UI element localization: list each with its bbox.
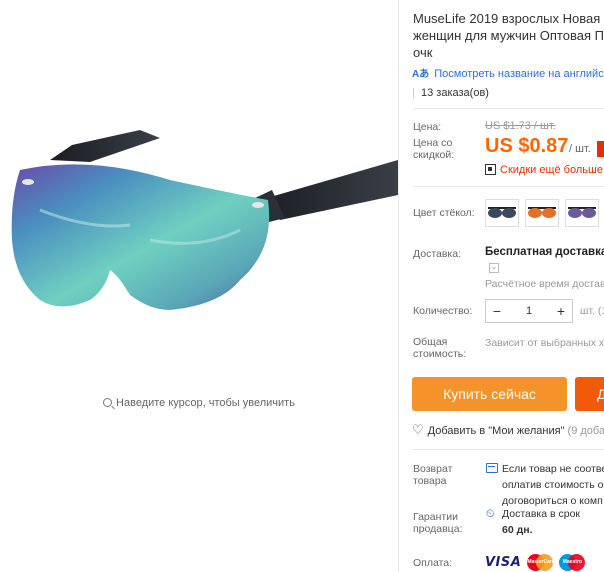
translate-title-link[interactable]: Aあ Посмотреть название на английск [412, 65, 604, 80]
quantity-stepper: − 1 + [485, 299, 573, 323]
shipping-label: Доставка: [413, 248, 462, 260]
section-divider [413, 186, 604, 187]
returns-label: Возврат товара [413, 463, 453, 487]
translate-link-text: Посмотреть название на английск [434, 68, 604, 80]
product-image-panel[interactable]: Наведите курсор, чтобы увеличить [0, 0, 398, 572]
guarantee-line1: Доставка в срок [502, 508, 581, 520]
lens-color-option-grey[interactable] [485, 199, 519, 227]
translate-icon: Aあ [412, 69, 430, 80]
total-value: Зависит от выбранных х [485, 337, 604, 349]
returns-line: Если товар не соотве [502, 463, 604, 475]
chevron-down-icon[interactable]: ⌄ [489, 263, 499, 273]
add-to-cart-button[interactable]: Д [575, 377, 604, 411]
shipping-estimate: Расчётное время достав [485, 278, 604, 290]
mastercard-logo: MasterCard [527, 554, 555, 571]
orders-separator [413, 88, 414, 99]
product-title: MuseLife 2019 взрослых Новая м женщин дл… [413, 11, 604, 60]
returns-text: Если товар не соотве оплатив стоимость о… [485, 461, 604, 509]
magnifier-icon [103, 398, 113, 407]
discount-badge [597, 141, 604, 157]
payment-methods: VISA MasterCard Maestro [485, 554, 586, 571]
payment-label: Оплата: [413, 557, 453, 569]
more-discounts-link[interactable]: Скидки ещё больше [485, 164, 603, 176]
lens-color-label: Цвет стёкол: [413, 207, 475, 219]
quantity-unit: шт. (1 [580, 305, 604, 317]
lens-color-option-orange[interactable] [525, 199, 559, 227]
add-to-wishlist-link[interactable]: ♡ Добавить в "Мои желания" (9 доба [412, 422, 604, 438]
qr-code-icon [485, 164, 496, 175]
guarantee-label: Гарантии продавца: [413, 511, 463, 535]
discount-price-label: Цена со скидкой: [413, 137, 455, 161]
quantity-input[interactable]: 1 [508, 305, 550, 317]
returns-line: оплатив стоимость об [502, 479, 604, 491]
visa-logo: VISA [485, 555, 522, 570]
guarantee-line2: 60 дн. [502, 524, 533, 536]
maestro-logo: Maestro [559, 554, 586, 571]
zoom-hint-text: Наведите курсор, чтобы увеличить [116, 397, 295, 409]
returns-line: договориться о комп [502, 495, 603, 507]
quantity-label: Количество: [413, 305, 473, 317]
section-divider [413, 108, 604, 109]
wishlist-count: (9 доба [567, 425, 604, 437]
lens-color-option-purple[interactable] [565, 199, 599, 227]
quantity-increase-button[interactable]: + [550, 300, 572, 322]
product-image[interactable] [10, 100, 398, 320]
product-info-panel: MuseLife 2019 взрослых Новая м женщин дл… [399, 0, 604, 572]
price-label: Цена: [413, 121, 442, 133]
heart-icon: ♡ [412, 422, 424, 437]
buy-now-button[interactable]: Купить сейчас [412, 377, 567, 411]
lens-color-options [485, 199, 599, 227]
quantity-decrease-button[interactable]: − [486, 300, 508, 322]
current-price: US $0.87 [485, 135, 569, 157]
wishlist-text: Добавить в "Мои желания" [427, 425, 565, 437]
old-price: US $1.73 / шт. [485, 120, 556, 132]
delivery-clock-icon: ⏲ [486, 508, 495, 520]
zoom-hint: Наведите курсор, чтобы увеличить [0, 397, 398, 409]
more-discounts-text: Скидки ещё больше [500, 164, 603, 176]
price-unit: / шт. [569, 143, 591, 155]
orders-count: 13 заказа(ов) [421, 87, 489, 99]
section-divider [413, 449, 604, 450]
shipping-value: Бесплатная доставка в [485, 246, 604, 258]
total-label: Общая стоимость: [413, 336, 467, 360]
